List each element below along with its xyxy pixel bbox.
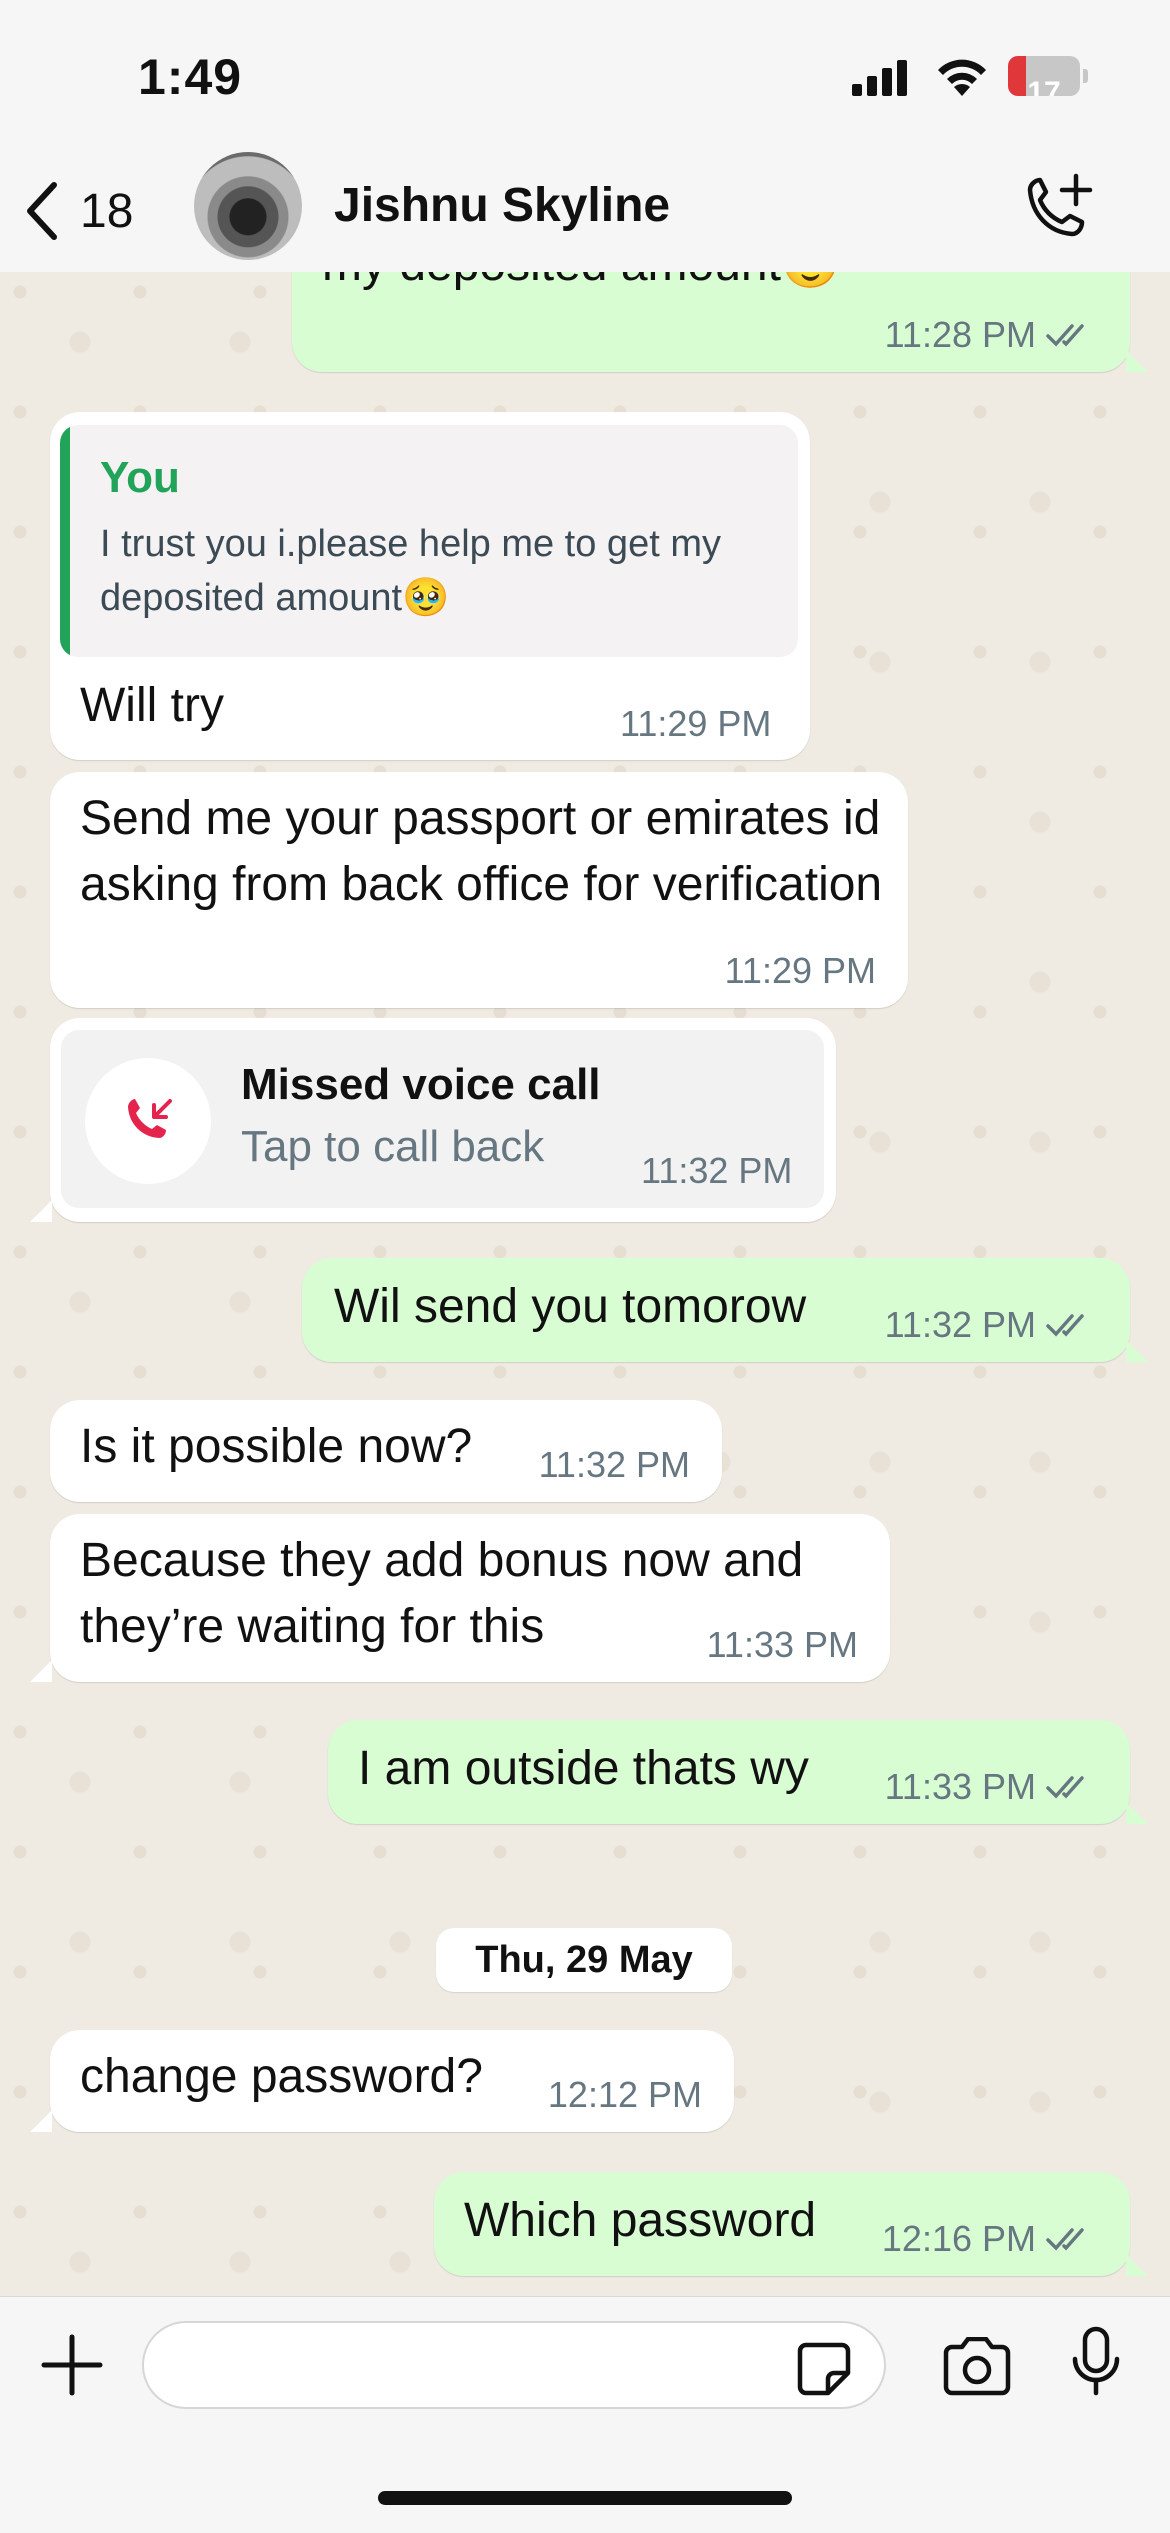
chat-header: 18 Jishnu Skyline: [0, 150, 1170, 273]
contact-name[interactable]: Jishnu Skyline: [334, 178, 670, 233]
message-text: Is it possible now?: [80, 1420, 473, 1473]
cellular-signal-icon: [852, 60, 907, 96]
double-check-icon: [1046, 1314, 1084, 1337]
message-incoming[interactable]: Send me your passport or emirates id ask…: [50, 772, 908, 1008]
message-meta: 11:28 PM: [885, 314, 1094, 356]
message-time: 11:32 PM: [641, 1150, 793, 1191]
message-incoming[interactable]: Because they add bonus now and they’re w…: [50, 1514, 890, 1682]
chat-area[interactable]: my deposited amount🥹 11:28 PM You I trus…: [0, 272, 1170, 2296]
bubble-tail: [1126, 1802, 1148, 1824]
unread-count: 18: [80, 184, 134, 238]
camera-icon[interactable]: [940, 2337, 1014, 2397]
message-time: 11:32 PM: [538, 1444, 690, 1485]
chevron-left-icon: [27, 182, 57, 240]
phone-add-icon[interactable]: [1016, 170, 1100, 254]
message-meta: 11:33 PM: [885, 1766, 1094, 1808]
bubble-tail: [30, 1200, 52, 1222]
message-time: 11:32 PM: [884, 1304, 1036, 1345]
missed-call-card[interactable]: Missed voice call Tap to call back 11:32…: [61, 1030, 824, 1208]
message-outgoing[interactable]: Wil send you tomorow 11:32 PM: [302, 1258, 1130, 1362]
microphone-icon[interactable]: [1070, 2325, 1122, 2401]
message-time: 11:29 PM: [620, 703, 772, 744]
back-button[interactable]: 18: [22, 178, 133, 244]
battery-percent: 17: [1027, 76, 1061, 96]
message-meta: 12:16 PM: [882, 2218, 1094, 2260]
missed-call-icon: [128, 1099, 172, 1138]
bubble-tail: [1126, 1340, 1148, 1362]
message-time: 11:33 PM: [884, 1766, 1036, 1807]
date-separator: Thu, 29 May: [436, 1928, 732, 1992]
message-time: 11:29 PM: [724, 950, 876, 991]
bubble-tail: [1126, 2254, 1148, 2276]
message-time: 12:12 PM: [547, 2074, 702, 2115]
message-text: Wil send you tomorow: [334, 1280, 807, 1333]
message-input[interactable]: [142, 2321, 886, 2409]
message-meta: 11:32 PM: [885, 1304, 1094, 1346]
message-incoming[interactable]: Is it possible now? 11:32 PM: [50, 1400, 722, 1502]
quote-text: I trust you i.please help me to get my d…: [100, 523, 721, 619]
message-outgoing[interactable]: I am outside thats wy 11:33 PM: [328, 1720, 1130, 1824]
message-text: change password?: [80, 2050, 483, 2103]
missed-call-icon-wrap: [85, 1058, 211, 1184]
quote-author: You: [100, 453, 180, 502]
message-time: 11:33 PM: [706, 1624, 858, 1665]
message-time: 11:28 PM: [884, 314, 1036, 355]
message-text: Send me your passport or emirates id ask…: [80, 792, 883, 911]
double-check-icon: [1046, 2228, 1084, 2251]
sticker-icon[interactable]: [796, 2341, 852, 2397]
home-indicator: [378, 2491, 792, 2505]
message-outgoing[interactable]: Which password 12:16 PM: [434, 2172, 1130, 2276]
avatar[interactable]: [194, 152, 302, 260]
message-text: I am outside thats wy: [358, 1742, 809, 1795]
message-text: Will try: [80, 679, 224, 732]
status-time: 1:49: [138, 49, 243, 105]
message-time: 12:16 PM: [881, 2218, 1036, 2259]
battery-indicator: 17: [1008, 56, 1080, 96]
wifi-icon: [938, 59, 986, 96]
double-check-icon: [1046, 324, 1084, 347]
missed-call-title: Missed voice call: [241, 1060, 601, 1109]
bubble-tail: [1126, 350, 1148, 372]
message-outgoing[interactable]: my deposited amount🥹 11:28 PM: [292, 272, 1130, 372]
battery-tip: [1083, 69, 1088, 83]
double-check-icon: [1046, 1776, 1084, 1799]
bubble-tail: [30, 1660, 52, 1682]
message-text: Which password: [464, 2194, 817, 2247]
missed-call-subtitle: Tap to call back: [241, 1122, 545, 1171]
plus-icon[interactable]: [40, 2333, 104, 2397]
status-bar: 1:49 17: [0, 0, 1170, 150]
chat-content: my deposited amount🥹 11:28 PM You I trus…: [0, 272, 1170, 2296]
message-incoming[interactable]: change password? 12:12 PM: [50, 2030, 734, 2132]
quote-accent-bar: [60, 425, 70, 657]
bubble-tail: [30, 2110, 52, 2132]
composer-bar: [0, 2296, 1170, 2533]
message-text: my deposited amount🥹: [322, 272, 841, 298]
quoted-message[interactable]: You I trust you i.please help me to get …: [60, 425, 798, 657]
